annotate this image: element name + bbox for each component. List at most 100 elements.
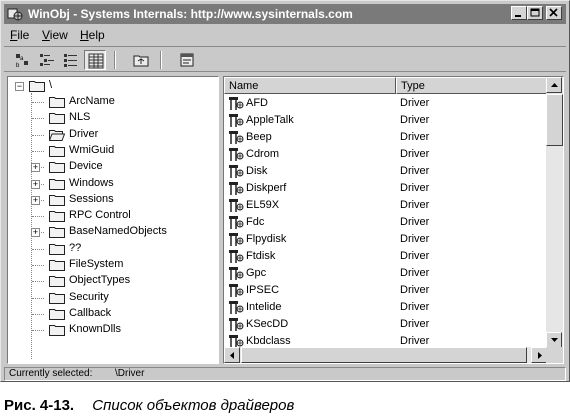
scroll-right-button[interactable] [531, 347, 547, 363]
list-row[interactable]: Fdc Driver [224, 214, 546, 231]
list-row[interactable]: Disk Driver [224, 163, 546, 180]
object-type: Driver [400, 284, 430, 296]
arrow-down-icon [551, 338, 558, 342]
namespace-tree[interactable]: − \ ArcName NLS Driver WmiGuid + Device + Windo… [7, 76, 219, 364]
up-folder-icon [133, 55, 149, 67]
list-row[interactable]: AFD Driver [224, 95, 546, 112]
list-row[interactable]: IPSEC Driver [224, 282, 546, 299]
list-view-button[interactable] [60, 50, 82, 70]
up-one-level-button[interactable] [130, 50, 152, 70]
tree-guide-line [32, 134, 44, 136]
column-name-header[interactable]: Name [224, 77, 396, 94]
list-row[interactable]: Diskperf Driver [224, 180, 546, 197]
properties-button[interactable] [176, 50, 198, 70]
tree-item[interactable]: Callback [11, 306, 211, 322]
tree-item[interactable]: FileSystem [11, 257, 211, 273]
svg-text:a: a [20, 56, 24, 62]
vertical-scroll-thumb[interactable] [546, 94, 563, 146]
horizontal-scrollbar[interactable] [224, 347, 548, 363]
properties-icon [180, 53, 194, 67]
scroll-left-button[interactable] [224, 347, 240, 363]
object-type: Driver [400, 301, 430, 313]
list-row[interactable]: KSecDD Driver [224, 316, 546, 333]
toolbar-separator [114, 51, 116, 69]
tree-guide-line [32, 102, 44, 103]
expand-toggle[interactable]: + [31, 163, 40, 173]
tree-item[interactable]: ArcName [11, 94, 211, 110]
tree-item[interactable]: + Device [11, 159, 211, 175]
object-name: Flpydisk [246, 233, 287, 245]
tree-item[interactable]: WmiGuid [11, 143, 211, 159]
horizontal-scroll-thumb[interactable] [241, 347, 527, 363]
tree-item-label: BaseNamedObjects [69, 225, 167, 238]
tree-guide-line [32, 313, 44, 315]
list-row[interactable]: EL59X Driver [224, 197, 546, 214]
arrow-up-icon [551, 83, 558, 87]
tree-item-label: NLS [69, 111, 91, 124]
list-row[interactable]: Ftdisk Driver [224, 248, 546, 265]
expand-toggle[interactable]: + [31, 195, 40, 205]
list-row[interactable]: AppleTalk Driver [224, 112, 546, 129]
expand-toggle[interactable]: + [31, 179, 40, 189]
object-name: IPSEC [246, 284, 280, 296]
driver-icon [229, 216, 244, 229]
object-name: AppleTalk [246, 114, 294, 126]
tree-item[interactable]: Security [11, 290, 211, 306]
object-list[interactable]: Name Type AFD Driver AppleTalk Driver Beep Dr… [223, 76, 564, 364]
title-bar[interactable]: WinObj - Systems Internals: http://www.s… [4, 4, 566, 24]
column-type-header[interactable]: Type [396, 77, 548, 94]
tree-item-label: Security [69, 290, 109, 303]
menu-file[interactable]: File [10, 28, 29, 42]
object-name: Disk [246, 165, 268, 177]
figure-number: Рис. 4-13. [4, 397, 75, 414]
small-icons-view-button[interactable] [36, 50, 58, 70]
tree-guide-line [32, 265, 44, 266]
vertical-scrollbar[interactable] [546, 77, 563, 349]
tree-root-label: \ [49, 79, 53, 91]
tree-item-label: KnownDlls [69, 323, 121, 336]
tree-guide-line [32, 118, 44, 120]
toolbar-separator [160, 51, 162, 69]
minimize-button[interactable] [511, 6, 527, 20]
driver-icon [229, 301, 244, 314]
folder-icon [49, 145, 65, 157]
driver-icon [229, 267, 244, 280]
large-icons-view-button[interactable]: ab [12, 50, 34, 70]
list-row[interactable]: Cdrom Driver [224, 146, 546, 163]
tree-item[interactable]: ?? [11, 241, 211, 257]
tree-item[interactable]: NLS [11, 110, 211, 126]
tree-item[interactable]: + Sessions [11, 192, 211, 208]
svg-text:b: b [16, 63, 20, 68]
tree-root[interactable]: − \ [11, 78, 211, 94]
list-row[interactable]: Beep Driver [224, 129, 546, 146]
expand-toggle[interactable]: + [31, 228, 40, 238]
list-row[interactable]: Intelide Driver [224, 299, 546, 316]
small-icons-view-icon [40, 54, 54, 66]
folder-icon [49, 194, 65, 206]
list-row[interactable]: Flpydisk Driver [224, 231, 546, 248]
tree-item-label: RPC Control [69, 209, 131, 222]
tree-item[interactable]: RPC Control [11, 208, 211, 224]
close-button[interactable] [546, 6, 562, 20]
menu-view[interactable]: View [42, 28, 68, 42]
maximize-button[interactable] [527, 6, 543, 20]
tree-item[interactable]: KnownDlls [11, 322, 211, 338]
object-type: Driver [400, 216, 430, 228]
tree-item[interactable]: + Windows [11, 176, 211, 192]
window-title: WinObj - Systems Internals: http://www.s… [28, 7, 353, 21]
scroll-up-button[interactable] [546, 77, 562, 93]
tree-item[interactable]: + BaseNamedObjects [11, 224, 211, 240]
tree-item[interactable]: Driver [11, 127, 211, 143]
tree-item-label: Device [69, 160, 103, 173]
object-name: EL59X [246, 199, 280, 211]
driver-icon [229, 182, 244, 195]
list-row[interactable]: Gpc Driver [224, 265, 546, 282]
driver-icon [229, 199, 244, 212]
details-view-button[interactable] [84, 50, 106, 70]
collapse-toggle[interactable]: − [15, 82, 24, 91]
status-bar: Currently selected: \Driver [4, 367, 566, 381]
menu-help[interactable]: Help [80, 28, 105, 42]
folder-icon [49, 276, 65, 288]
scroll-down-button[interactable] [546, 332, 562, 348]
tree-item[interactable]: ObjectTypes [11, 273, 211, 289]
